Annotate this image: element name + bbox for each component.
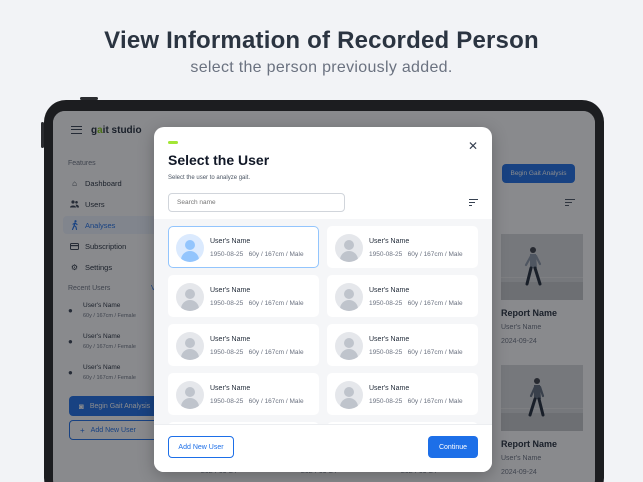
add-new-user-button[interactable]: Add New User xyxy=(168,436,234,458)
modal-subtitle: Select the user to analyze gait. xyxy=(168,175,251,181)
promo-title: View Information of Recorded Person xyxy=(104,27,539,54)
user-card[interactable]: User's Name 1950-08-25 60y / 167cm / Mal… xyxy=(327,324,478,366)
user-card[interactable]: User's Name 1950-08-25 60y / 167cm / Mal… xyxy=(168,324,319,366)
avatar xyxy=(176,234,204,262)
modal-accent-bar xyxy=(168,141,178,144)
user-card[interactable]: User's Name 1950-08-25 60y / 167cm / Mal… xyxy=(327,226,478,268)
user-card[interactable]: User's Name 1950-08-25 60y / 167cm / Mal… xyxy=(168,226,319,268)
avatar xyxy=(176,283,204,311)
avatar xyxy=(176,381,204,409)
avatar xyxy=(335,332,363,360)
promo-subtitle: select the person previously added. xyxy=(190,59,453,76)
device-top-button xyxy=(80,97,98,100)
user-card[interactable]: User's Name 1950-08-25 60y / 167cm / Mal… xyxy=(168,373,319,415)
avatar xyxy=(335,283,363,311)
avatar xyxy=(176,332,204,360)
avatar xyxy=(335,381,363,409)
modal-footer: Add New User Continue xyxy=(154,424,492,472)
user-card[interactable]: User's Name 1950-08-25 60y / 167cm / Mal… xyxy=(168,275,319,317)
user-card[interactable]: User's Name 1950-08-25 60y / 167cm / Mal… xyxy=(327,373,478,415)
continue-button[interactable]: Continue xyxy=(428,436,478,458)
close-icon[interactable]: ✕ xyxy=(468,139,478,153)
select-user-modal: ✕ Select the User Select the user to ana… xyxy=(154,127,492,472)
device-side-button xyxy=(41,122,44,148)
user-list[interactable]: User's Name 1950-08-25 60y / 167cm / Mal… xyxy=(154,219,492,424)
avatar xyxy=(335,234,363,262)
modal-title: Select the User xyxy=(168,152,270,168)
sort-icon[interactable] xyxy=(469,199,478,206)
user-card[interactable]: User's Name 1950-08-25 60y / 167cm / Mal… xyxy=(327,275,478,317)
search-input[interactable] xyxy=(168,193,345,212)
